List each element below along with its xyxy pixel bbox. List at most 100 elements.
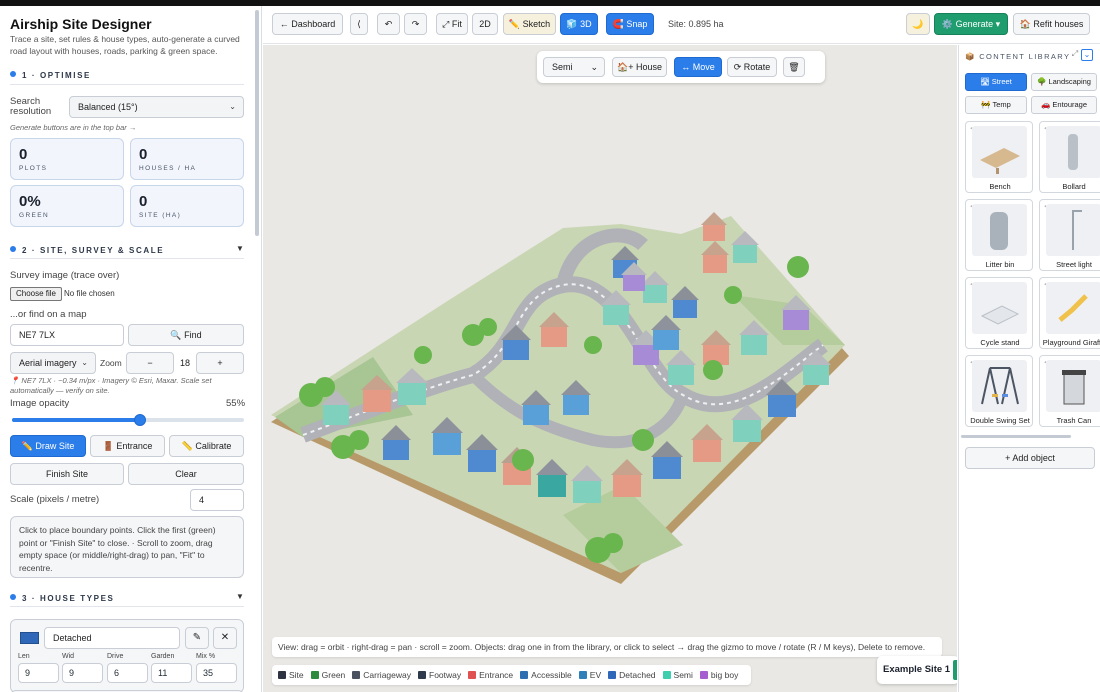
chevron-down-icon: ⌄: [81, 358, 88, 367]
fit-button[interactable]: ⤢ Fit: [436, 13, 468, 35]
house-color-swatch[interactable]: [20, 632, 39, 644]
find-button[interactable]: 🔍 Find: [128, 324, 244, 346]
zoom-in-button[interactable]: +: [196, 352, 244, 374]
library-horizontal-scrollbar[interactable]: [961, 435, 1071, 438]
drive-input[interactable]: 6: [107, 663, 148, 683]
litter-bin-icon: [972, 204, 1027, 256]
slider-knob[interactable]: [133, 414, 146, 426]
zoom-out-button[interactable]: −: [126, 352, 174, 374]
delete-icon[interactable]: 🗑: [783, 57, 805, 77]
collapse-caret-icon[interactable]: ▼: [236, 592, 244, 601]
add-house-button[interactable]: 🏠+ House: [612, 57, 667, 77]
slider-fill: [12, 418, 140, 422]
section-dot-icon: [10, 246, 16, 252]
legend-swatch: [578, 671, 587, 679]
stat-site-ha: 0 SITE (HA): [130, 185, 244, 227]
divider: [10, 258, 244, 259]
scale-label: Scale (pixels / metre): [10, 494, 100, 505]
search-resolution-select[interactable]: Balanced (15°) ⌄: [69, 96, 244, 118]
library-item-bench[interactable]: ⇔ Bench: [965, 121, 1033, 193]
image-opacity-slider[interactable]: [12, 414, 244, 426]
move-button[interactable]: ↔ Move: [674, 57, 722, 77]
dashboard-button[interactable]: ← Dashboard: [272, 13, 343, 35]
category-landscaping[interactable]: 🌳 Landscaping: [1031, 73, 1097, 91]
collapse-panel-button[interactable]: ⟨: [350, 13, 368, 35]
len-label: Len: [18, 653, 30, 660]
remove-house-type-button[interactable]: ✕: [213, 627, 237, 649]
snap-button[interactable]: 🧲 Snap: [606, 13, 654, 35]
postcode-input[interactable]: NE7 7LX: [10, 324, 124, 346]
library-item-double-swing-set[interactable]: ⇔ Double Swing Set: [965, 355, 1033, 427]
view-3d-button[interactable]: 🧊 3D: [560, 13, 598, 35]
map-legend: Site Green Carriageway Footway Entrance Acces…: [272, 665, 752, 685]
house-type-card: Detached ✎ ✕ Len Wid Drive Garden Mix % …: [10, 619, 244, 692]
draw-hint-box: Click to place boundary points. Click th…: [10, 516, 244, 578]
library-item-playground-giraffe[interactable]: ⇔ Playground Giraffe: [1039, 277, 1100, 349]
scale-input[interactable]: 4: [190, 489, 244, 511]
len-input[interactable]: 9: [18, 663, 59, 683]
view-2d-button[interactable]: 2D: [472, 13, 498, 35]
divider: [10, 84, 244, 85]
image-opacity-label: Image opacity: [10, 398, 70, 409]
library-item-bollard[interactable]: ⇔ Bollard: [1039, 121, 1100, 193]
left-panel-scrollbar[interactable]: [255, 10, 259, 236]
giraffe-icon: [1046, 282, 1100, 334]
undo-button[interactable]: ↶: [377, 13, 400, 35]
site-area-readout: Site: 0.895 ha: [668, 19, 724, 29]
category-street[interactable]: 🛣 Street: [965, 73, 1027, 91]
section-optimise-heading: 1 · OPTIMISE: [10, 71, 91, 80]
site-3d-scene[interactable]: [263, 45, 957, 692]
garden-input[interactable]: 11: [151, 663, 192, 683]
house-type-select[interactable]: Semi ⌄: [543, 57, 605, 77]
app-title: Airship Site Designer: [10, 16, 152, 32]
library-item-cycle-stand[interactable]: ⇔ Cycle stand: [965, 277, 1033, 349]
object-toolbar: Semi ⌄ 🏠+ House ↔ Move ⟳ Rotate 🗑: [537, 51, 825, 83]
generate-button[interactable]: ⚙️ Generate ▾: [934, 13, 1008, 35]
rotate-button[interactable]: ⟳ Rotate: [727, 57, 777, 77]
legend-item: Footway: [418, 665, 461, 685]
no-file-label: No file chosen: [64, 289, 115, 298]
redo-button[interactable]: ↷: [404, 13, 427, 35]
finish-site-button[interactable]: Finish Site: [10, 463, 124, 485]
3d-viewport[interactable]: Semi ⌄ 🏠+ House ↔ Move ⟳ Rotate 🗑 View: d…: [263, 45, 957, 692]
mix-input[interactable]: 35: [196, 663, 237, 683]
wid-label: Wid: [62, 653, 75, 660]
wid-input[interactable]: 9: [62, 663, 103, 683]
section-dot-icon: [10, 594, 16, 600]
section-house-types-heading[interactable]: 3 · HOUSE TYPES: [10, 594, 114, 603]
entrance-button[interactable]: 🚪 Entrance: [90, 435, 165, 457]
example-site-tab[interactable]: Example Site 1: [877, 656, 957, 684]
imagery-select[interactable]: Aerial imagery ⌄: [10, 352, 96, 374]
library-item-trash-can[interactable]: ⇔ Trash Can: [1039, 355, 1100, 427]
library-item-street-light[interactable]: ⇔ Street light: [1039, 199, 1100, 271]
calibrate-button[interactable]: 📏 Calibrate: [169, 435, 244, 457]
legend-item: big boy: [699, 665, 738, 685]
category-temp[interactable]: 🚧 Temp: [965, 96, 1027, 114]
find-on-map-label: ...or find on a map: [10, 309, 87, 320]
clear-button[interactable]: Clear: [128, 463, 244, 485]
chevron-down-icon[interactable]: ⌄: [1081, 49, 1093, 61]
legend-swatch: [520, 671, 529, 679]
library-item-litter-bin[interactable]: ⇔ Litter bin: [965, 199, 1033, 271]
survey-image-label: Survey image (trace over): [10, 270, 120, 281]
content-library-panel: 📦 CONTENT LIBRARY ⤢ ⌄ 🛣 Street 🌳 Landsca…: [958, 45, 1100, 692]
mix-label: Mix %: [196, 653, 216, 660]
content-library-heading: 📦 CONTENT LIBRARY: [965, 52, 1071, 61]
theme-toggle-button[interactable]: 🌙: [906, 13, 930, 35]
refit-houses-button[interactable]: 🏠 Refit houses: [1013, 13, 1090, 35]
collapse-caret-icon[interactable]: ▼: [236, 244, 244, 253]
section-survey-heading[interactable]: 2 · SITE, SURVEY & SCALE: [10, 246, 164, 255]
choose-file-button[interactable]: Choose file: [10, 287, 62, 301]
expand-icon[interactable]: ⤢: [1069, 49, 1081, 61]
legend-swatch: [699, 671, 708, 679]
street-light-icon: [1046, 204, 1100, 256]
legend-item: Semi: [662, 665, 693, 685]
edit-house-type-button[interactable]: ✎: [185, 627, 209, 649]
house-type-name-input[interactable]: Detached: [44, 627, 180, 649]
legend-label: Detached: [619, 670, 656, 680]
legend-label: Accessible: [531, 670, 572, 680]
add-object-button[interactable]: + Add object: [965, 447, 1095, 469]
sketch-button[interactable]: ✏️ Sketch: [503, 13, 556, 35]
draw-site-button[interactable]: ✏️ Draw Site: [10, 435, 86, 457]
category-entourage[interactable]: 🚗 Entourage: [1031, 96, 1097, 114]
